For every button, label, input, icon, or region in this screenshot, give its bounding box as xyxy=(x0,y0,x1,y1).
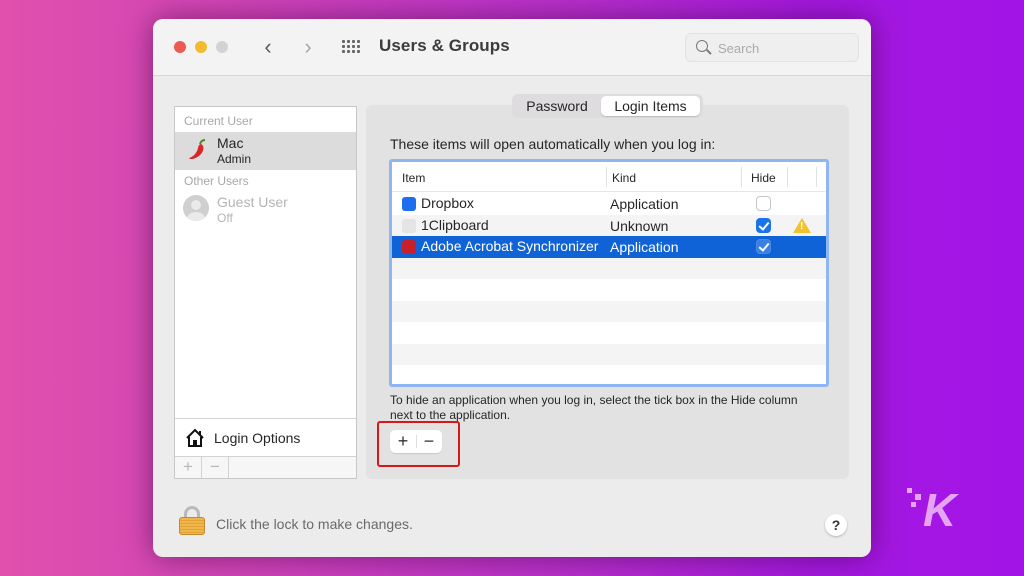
hide-checkbox[interactable] xyxy=(756,239,771,254)
column-header-item[interactable]: Item xyxy=(402,171,425,185)
empty-row xyxy=(392,257,826,279)
lock-icon[interactable] xyxy=(179,506,205,536)
table-row[interactable]: Dropbox Application xyxy=(392,193,826,215)
item-name: Adobe Acrobat Synchronizer xyxy=(421,238,599,254)
table-header: Item Kind Hide xyxy=(392,162,826,192)
tab-bar: Password Login Items xyxy=(512,94,703,118)
show-all-grid-icon[interactable] xyxy=(342,40,362,54)
help-button[interactable]: ? xyxy=(825,514,847,536)
user-name: Guest User xyxy=(217,194,288,210)
house-icon xyxy=(186,428,204,447)
remove-user-button[interactable]: − xyxy=(202,457,229,478)
generic-file-icon xyxy=(402,218,416,233)
hide-checkbox[interactable] xyxy=(756,196,771,211)
column-separator xyxy=(606,167,607,187)
column-header-hide[interactable]: Hide xyxy=(751,171,776,185)
table-row[interactable]: 1Clipboard Unknown xyxy=(392,214,826,236)
user-status: Off xyxy=(217,211,233,225)
column-separator xyxy=(787,167,788,187)
user-row-mac[interactable]: Mac Admin xyxy=(175,132,356,170)
item-kind: Application xyxy=(610,196,679,212)
column-separator xyxy=(816,167,817,187)
window-title: Users & Groups xyxy=(379,36,510,55)
empty-row xyxy=(392,322,826,344)
login-items-table: Item Kind Hide Dropbox Application 1Clip… xyxy=(389,159,829,387)
user-row-guest[interactable]: Guest User Off xyxy=(175,191,356,229)
search-field[interactable] xyxy=(685,33,859,62)
zoom-button[interactable] xyxy=(216,41,228,53)
users-list: Current User Mac Admin Other Users Guest… xyxy=(174,106,357,479)
item-kind: Unknown xyxy=(610,217,669,234)
login-options-label: Login Options xyxy=(214,430,301,446)
table-row[interactable]: Adobe Acrobat Synchronizer Application xyxy=(392,236,826,258)
search-input[interactable] xyxy=(718,38,848,58)
chili-pepper-icon xyxy=(189,139,206,160)
item-name: 1Clipboard xyxy=(421,216,489,233)
empty-row xyxy=(392,343,826,365)
user-role: Admin xyxy=(217,152,252,166)
annotation-highlight-box xyxy=(377,421,460,467)
users-action-bar: + − xyxy=(175,456,356,478)
login-items-intro: These items will open automatically when… xyxy=(390,136,716,152)
search-icon xyxy=(696,40,708,52)
current-user-label: Current User xyxy=(184,114,253,128)
back-chevron-icon[interactable]: ‹ xyxy=(257,33,279,61)
user-name: Mac xyxy=(217,135,244,151)
empty-row xyxy=(392,300,826,322)
forward-chevron-icon[interactable]: › xyxy=(297,33,319,61)
title-bar: ‹ › Users & Groups xyxy=(153,19,871,76)
other-users-label: Other Users xyxy=(184,174,249,188)
item-kind: Application xyxy=(610,239,679,255)
minimize-button[interactable] xyxy=(195,41,207,53)
empty-row xyxy=(392,279,826,301)
item-name: Dropbox xyxy=(421,195,474,211)
empty-row xyxy=(392,365,826,384)
login-options-item[interactable]: Login Options xyxy=(175,418,356,456)
dropbox-icon xyxy=(402,197,416,211)
add-user-button[interactable]: + xyxy=(175,457,202,478)
hide-checkbox[interactable] xyxy=(756,217,771,233)
watermark-logo: K xyxy=(905,485,965,535)
column-header-kind[interactable]: Kind xyxy=(612,171,636,185)
adobe-acrobat-icon xyxy=(402,240,416,254)
tab-password[interactable]: Password xyxy=(515,96,599,116)
lock-message: Click the lock to make changes. xyxy=(216,516,413,532)
watermark-letter: K xyxy=(923,484,957,536)
warning-icon xyxy=(793,217,811,233)
person-silhouette-icon xyxy=(183,195,209,221)
column-separator xyxy=(741,167,742,187)
close-button[interactable] xyxy=(174,41,186,53)
tab-login-items[interactable]: Login Items xyxy=(601,96,700,116)
users-groups-window: ‹ › Users & Groups Current User Mac Admi… xyxy=(153,19,871,557)
hide-hint-text: To hide an application when you log in, … xyxy=(390,393,798,422)
